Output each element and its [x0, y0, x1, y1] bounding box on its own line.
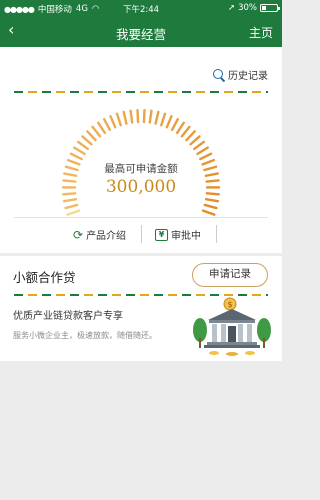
- gauge-tick: [69, 152, 83, 161]
- limit-panel: 历史记录 最高可申请金额 300,000 ⟳ 产品介绍 ¥ 审批中: [0, 47, 282, 253]
- gauge-tick: [189, 135, 201, 146]
- battery-percent: 30%: [238, 3, 257, 13]
- loan-description: 服务小微企业主，极速放款，随借随还。: [13, 331, 157, 340]
- gauge-tick: [175, 121, 185, 135]
- search-icon: [212, 68, 226, 82]
- gauge-tick: [185, 130, 196, 142]
- gauge-tick: [81, 135, 93, 146]
- gauge-tick: [180, 125, 191, 138]
- gauge-tick: [62, 197, 78, 203]
- refresh-icon: ⟳: [73, 227, 84, 242]
- gauge-tick: [64, 203, 79, 210]
- gauge-tick: [109, 115, 117, 129]
- gauge-tick: [203, 203, 218, 210]
- history-label: 历史记录: [228, 71, 268, 82]
- divider: [14, 217, 268, 218]
- loan-product-card[interactable]: 小额合作贷 申请记录 优质产业链贷款客户专享 服务小微企业主，极速放款，随借随还…: [0, 256, 282, 361]
- gauge-tick: [142, 108, 146, 124]
- gauge-tick: [201, 209, 216, 216]
- status-bar: ●●●●● 中国移动 4G ◠ 下午2:44 ➚ 30%: [0, 0, 282, 16]
- home-button[interactable]: 主页: [249, 24, 273, 41]
- gauge-tick: [86, 130, 97, 142]
- approval-status-link[interactable]: ¥ 审批中: [155, 227, 201, 242]
- gauge-tick: [199, 152, 213, 161]
- loan-subtitle: 优质产业链贷款客户专享: [13, 311, 123, 322]
- location-icon: ➚: [227, 3, 236, 13]
- gauge-tick: [103, 118, 112, 131]
- gauge-tick: [154, 110, 160, 125]
- credit-gauge: [61, 108, 221, 216]
- bank-illustration-icon: $: [193, 297, 271, 356]
- gauge-tick: [148, 109, 153, 124]
- loan-title: 小额合作贷: [13, 270, 76, 285]
- gauge-tick: [170, 118, 179, 131]
- gauge-tick: [165, 115, 173, 129]
- gauge-tick: [122, 110, 128, 125]
- gauge-tick: [136, 108, 140, 124]
- svg-text:$: $: [227, 300, 232, 309]
- history-button[interactable]: 历史记录: [212, 67, 268, 82]
- max-amount-label: 最高可申请金额: [104, 163, 178, 175]
- gauge-tick: [97, 121, 107, 135]
- dashed-divider: [14, 91, 268, 93]
- product-intro-label: 产品介绍: [86, 231, 127, 242]
- approval-icon: ¥: [155, 228, 168, 241]
- status-right: ➚ 30%: [227, 3, 280, 13]
- battery-fill: [262, 6, 266, 10]
- max-amount-value: 300,000: [105, 177, 177, 197]
- product-intro-link[interactable]: ⟳ 产品介绍: [73, 227, 127, 243]
- gauge-tick: [73, 146, 86, 156]
- gauge-tick: [196, 146, 209, 156]
- gauge-tick: [204, 197, 220, 203]
- gauge-tick: [91, 125, 102, 138]
- limit-links: ⟳ 产品介绍 ¥ 审批中: [0, 225, 282, 245]
- approval-status-label: 审批中: [171, 231, 201, 242]
- nav-bar: ‹ 我要经营 主页: [0, 16, 282, 47]
- gauge-tick: [66, 209, 81, 216]
- gauge-tick: [160, 112, 167, 127]
- link-separator: [216, 225, 217, 243]
- gauge-tick: [115, 112, 122, 127]
- gauge-tick: [193, 140, 206, 151]
- link-separator: [141, 225, 142, 243]
- gauge-tick: [76, 140, 89, 151]
- apply-record-button[interactable]: 申请记录: [192, 263, 268, 287]
- gauge-tick: [129, 109, 134, 124]
- battery-icon: [260, 4, 280, 12]
- page-title: 我要经营: [115, 27, 166, 42]
